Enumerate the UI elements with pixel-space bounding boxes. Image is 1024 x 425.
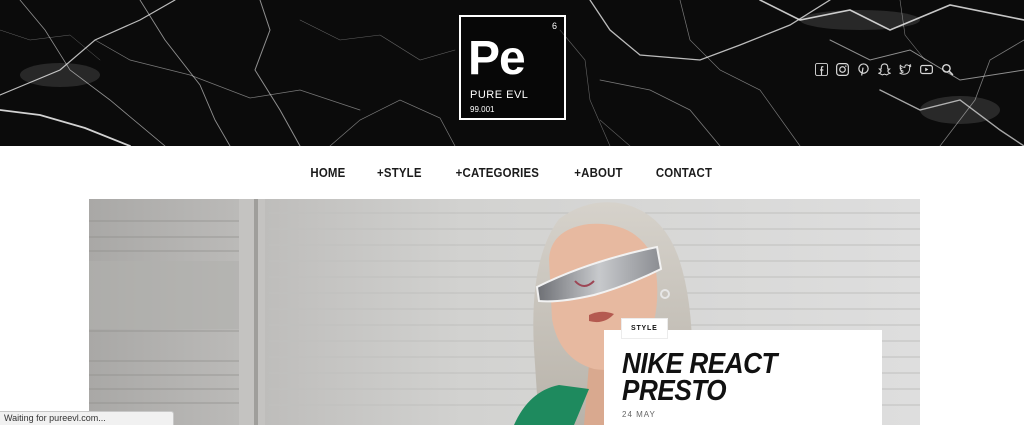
- category-tag[interactable]: STYLE: [622, 319, 667, 338]
- main-nav: HOME +STYLE +CATEGORIES +ABOUT CONTACT: [0, 146, 1024, 198]
- search-icon[interactable]: [939, 61, 956, 77]
- featured-post-card[interactable]: STYLE NIKE REACT PRESTO 24 MAY: [604, 319, 882, 425]
- site-header: 6 Pe PURE EVL 99.001: [0, 0, 1024, 146]
- nav-contact[interactable]: CONTACT: [656, 165, 712, 180]
- logo-symbol: Pe: [468, 32, 526, 85]
- browser-status-bar: Waiting for pureevl.com...: [0, 411, 174, 425]
- site-logo[interactable]: 6 Pe PURE EVL 99.001: [459, 15, 566, 120]
- nav-style[interactable]: +STYLE: [377, 165, 422, 180]
- logo-name: PURE EVL: [470, 89, 529, 101]
- logo-atomic-number: 6: [551, 21, 557, 31]
- snapchat-icon[interactable]: [876, 61, 893, 77]
- post-title[interactable]: NIKE REACT PRESTO: [622, 350, 847, 406]
- pinterest-icon[interactable]: [855, 61, 872, 77]
- nav-home[interactable]: HOME: [310, 165, 345, 180]
- instagram-icon[interactable]: [834, 61, 851, 77]
- nav-categories[interactable]: +CATEGORIES: [456, 165, 539, 180]
- youtube-icon[interactable]: [918, 61, 935, 77]
- nav-about[interactable]: +ABOUT: [574, 165, 622, 180]
- post-date: 24 MAY: [622, 410, 656, 419]
- facebook-icon[interactable]: [813, 61, 830, 77]
- hero-featured-post[interactable]: STYLE NIKE REACT PRESTO 24 MAY: [89, 199, 920, 425]
- twitter-icon[interactable]: [897, 61, 914, 77]
- social-links: [813, 61, 956, 77]
- logo-mass: 99.001: [470, 105, 495, 114]
